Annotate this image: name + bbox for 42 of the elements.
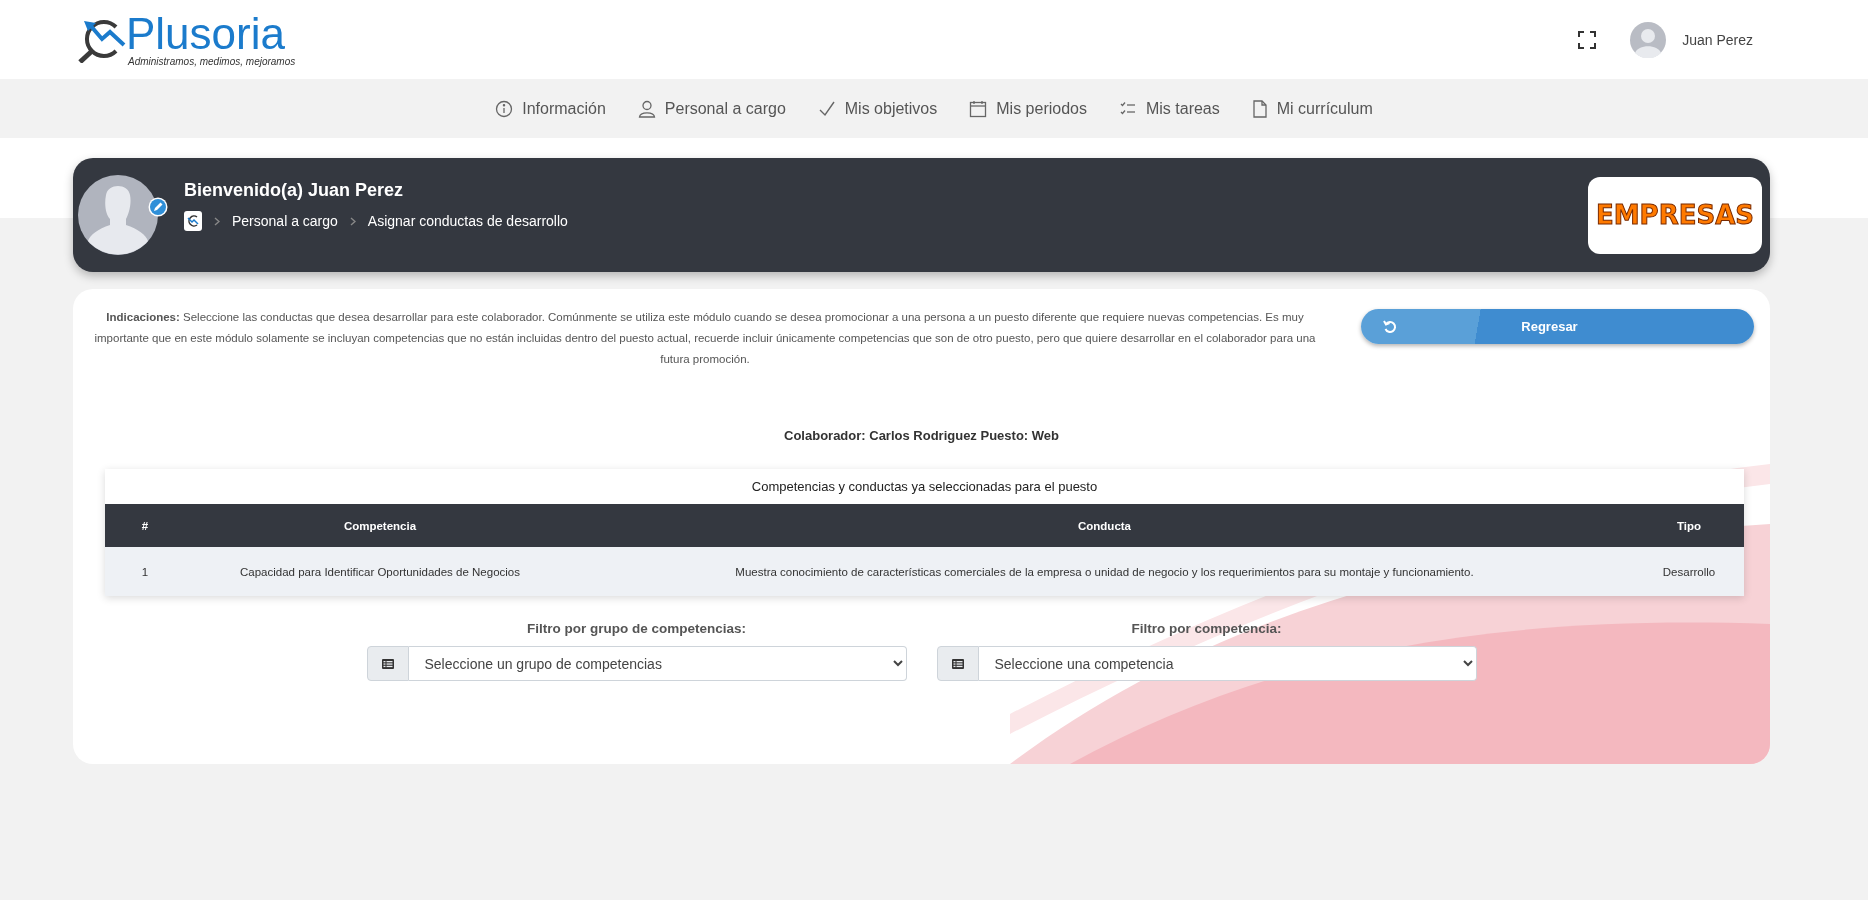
column-header: Competencia [342, 519, 418, 532]
document-icon [1251, 99, 1268, 118]
table-title: Competencias y conductas ya seleccionadas para el puesto [750, 478, 1099, 496]
list-icon [381, 658, 394, 669]
calendar-icon [969, 99, 988, 118]
nav-link[interactable]: Mis objetivos [817, 99, 938, 118]
instructions-text: Indicaciones: Seleccione las conductas que desea desarrollar para este colaborador. Comúnmente se utiliza este módulo cuando se desea promocionar a una persona a un puesto diferente que requiere nuevas competencias. Es muy importante que en este módulo solamente se incluyan competencias que no están incluidas dentro del puesto actual, recuerde incluir únicamente competencias que son de otro puesto, pero que quiere desarrollar en el colaborador para una futura promoción. [93, 310, 1317, 367]
undo-icon [1383, 319, 1397, 334]
chevron-icon [214, 216, 220, 226]
filter-select[interactable]: Seleccione una competencia [978, 646, 1477, 681]
back-button[interactable]: Regresar [1361, 309, 1754, 344]
fullscreen-icon[interactable] [1578, 30, 1597, 49]
table-cell-text: Muestra conocimiento de características comerciales de la empresa o unidad de negocio y los requerimientos para su montaje y funcionamiento. [734, 565, 1475, 578]
nav-link[interactable]: Mi currículum [1251, 99, 1373, 118]
table-cell-text: Capacidad para Identificar Oportunidades de Negocios [239, 565, 521, 578]
column-header: Tipo [1675, 519, 1703, 532]
home-logo-icon[interactable] [184, 211, 202, 231]
check-icon [817, 99, 836, 118]
list-icon [951, 658, 964, 669]
brand-tagline: Administramos, medimos, mejoramos [128, 56, 296, 67]
table-cell-text: Desarrollo [1661, 565, 1717, 578]
brand-name: Plusoria [126, 12, 285, 56]
chevron-icon [349, 216, 356, 226]
person-icon [637, 99, 656, 118]
filter-select[interactable]: Seleccione un grupo de competencias [408, 646, 907, 681]
column-header: Conducta [1077, 519, 1132, 532]
nav-link[interactable]: Información [495, 99, 606, 118]
info-icon [495, 99, 514, 118]
table-cell-text: 1 [140, 565, 150, 578]
filter-label: Filtro por competencia: [1131, 621, 1282, 636]
nav-link[interactable]: Personal a cargo [637, 99, 786, 118]
filter-label: Filtro por grupo de competencias: [527, 621, 746, 636]
company-logo: EMPRESAS [1588, 176, 1762, 254]
breadcrumb-link[interactable]: Personal a cargo [232, 213, 338, 229]
column-header: # [140, 519, 150, 532]
collaborator-info: Colaborador: Carlos Rodriguez Puesto: Web [783, 428, 1060, 443]
breadcrumb-link[interactable]: Asignar conductas de desarrollo [367, 213, 568, 229]
welcome-title: Bienvenido(a) Juan Perez [184, 180, 405, 201]
nav-link[interactable]: Mis periodos [969, 99, 1087, 118]
nav-link[interactable]: Mis tareas [1118, 99, 1220, 118]
edit-pencil-icon[interactable] [148, 197, 168, 217]
user-name[interactable]: Juan Perez [1682, 31, 1753, 48]
